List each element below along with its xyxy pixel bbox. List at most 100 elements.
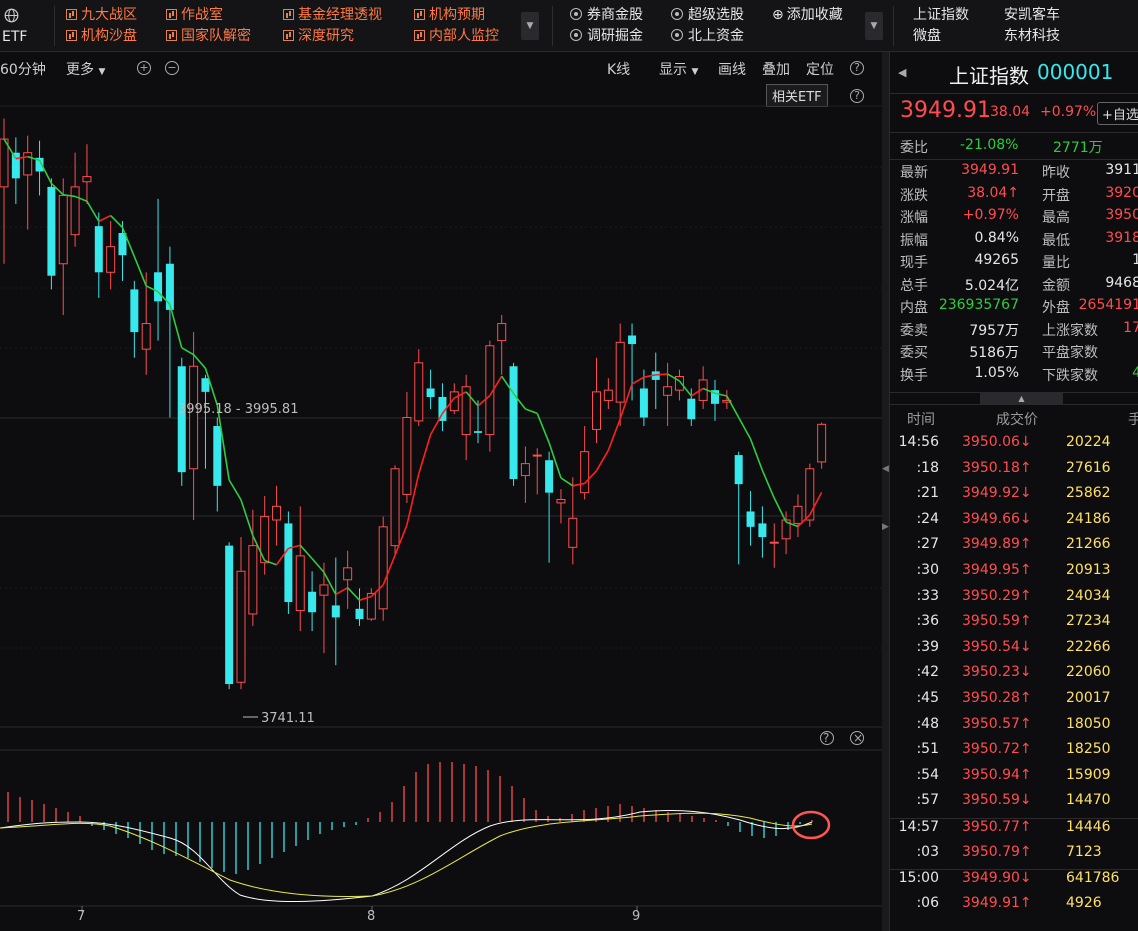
stats-row: 最新 3949.91 昨收 3911: [890, 162, 1138, 184]
more-links-dropdown[interactable]: ▼: [521, 12, 539, 40]
candle-body: [793, 505, 803, 524]
quick-stock-micro[interactable]: 微盘: [913, 27, 941, 45]
kline-menu[interactable]: K线: [607, 59, 630, 79]
tick-price: 3950.23↓: [962, 664, 1032, 681]
help-icon[interactable]: ?: [850, 59, 864, 75]
candle-body: [236, 570, 246, 683]
panel-splitter[interactable]: ◀ ▶: [882, 52, 889, 931]
tick-price: 3949.90↓: [962, 870, 1032, 887]
overlay-button[interactable]: 叠加: [762, 59, 790, 79]
ma-segment: [595, 449, 610, 472]
tick-volume: 21266: [1066, 536, 1111, 553]
x-label-9: 9: [632, 909, 640, 924]
link-deep-research[interactable]: 深度研究: [283, 27, 354, 45]
candle-body: [568, 517, 578, 548]
link-sandbox[interactable]: 机构沙盘: [66, 27, 137, 45]
stat-label: 委买: [900, 345, 928, 361]
collapse-left-icon[interactable]: ◀: [882, 464, 889, 474]
prev-stock-icon[interactable]: ◀: [898, 66, 906, 79]
tick-time: :06: [916, 894, 939, 911]
stat-value: 5.024亿: [964, 277, 1019, 294]
tick-time: :18: [916, 459, 939, 476]
tick-volume: 22060: [1066, 664, 1111, 681]
tick-row: :45 3950.28↑ 20017: [890, 690, 1138, 715]
candle-body: [82, 176, 92, 183]
add-favorite-button[interactable]: ⊕ 添加收藏: [772, 6, 843, 24]
link-broker-picks[interactable]: 券商金股: [570, 6, 643, 24]
stats-row: 换手 1.05% 下跌家数 4: [890, 365, 1138, 387]
expand-handle-icon[interactable]: ▲: [980, 393, 1063, 404]
tick-row: :18 3950.18↑ 27616: [890, 460, 1138, 485]
plus-icon: ⊕: [772, 7, 784, 23]
candle-body: [663, 386, 673, 396]
display-menu[interactable]: 显示 ▼: [659, 59, 698, 79]
link-zuozhanshi[interactable]: 作战室: [166, 6, 223, 24]
candle-body: [639, 388, 648, 418]
stat-value: 38.04↑: [967, 184, 1019, 201]
tick-row: :48 3950.57↑ 18050: [890, 716, 1138, 741]
stat-value: 5186万: [969, 345, 1019, 361]
tick-volume: 27616: [1066, 459, 1111, 476]
link-fund-manager[interactable]: 基金经理透视: [283, 6, 382, 24]
weibi-value: -21.08%: [960, 137, 1019, 153]
radio-icon: [570, 8, 582, 20]
zoom-out-icon[interactable]: −: [165, 59, 179, 75]
favorites-dropdown[interactable]: ▼: [865, 12, 883, 40]
candle-body: [331, 605, 340, 618]
candle-body: [106, 246, 116, 273]
tick-price: 3949.92↓: [962, 485, 1032, 502]
link-super-pick[interactable]: 超级选股: [671, 6, 744, 24]
tick-row: :03 3950.79↑ 7123: [890, 844, 1138, 869]
ma-segment: [525, 408, 538, 415]
tick-time: :48: [916, 715, 939, 732]
quick-stock-ankai[interactable]: 安凯客车: [1004, 6, 1060, 24]
tick-volume: 7123: [1066, 843, 1102, 860]
top-toolbar: ETF 九大战区 作战室 基金经理透视 机构预期 机构沙盘 国家队解密 深度研究…: [0, 0, 1138, 52]
ma-segment: [631, 376, 645, 385]
globe-icon[interactable]: [4, 8, 19, 28]
tick-time: :21: [916, 485, 939, 502]
link-institution-forecast[interactable]: 机构预期: [414, 6, 485, 24]
stat-label: 涨幅: [900, 210, 928, 226]
link-national-team[interactable]: 国家队解密: [166, 27, 251, 45]
ma-segment: [655, 373, 668, 376]
add-watchlist-button[interactable]: +自选: [1097, 102, 1138, 125]
etf-tab[interactable]: ETF: [2, 28, 27, 46]
kline-chart[interactable]: 3995.18 - 3995.81 3741.11 ? × 7 8 9: [0, 81, 882, 931]
link-jiuda[interactable]: 九大战区: [66, 6, 137, 24]
link-insider-monitor[interactable]: 内部人监控: [414, 27, 499, 45]
collapse-right-icon[interactable]: ▶: [882, 522, 889, 532]
tick-row: :42 3950.23↓ 22060: [890, 664, 1138, 689]
link-northbound[interactable]: 北上资金: [671, 27, 744, 45]
link-research-mining[interactable]: 调研掘金: [570, 27, 643, 45]
candle-body: [343, 567, 353, 581]
tick-price: 3950.28↑: [962, 690, 1032, 706]
tick-price: 3950.06↓: [962, 434, 1032, 450]
tick-time: :33: [916, 587, 939, 604]
zoom-in-icon[interactable]: +: [137, 59, 151, 75]
ticks-header: 时间 成交价 手: [907, 412, 1138, 428]
tick-volume: 641786: [1066, 870, 1120, 887]
tick-time: :45: [916, 690, 939, 706]
stat-label: 涨跌: [900, 187, 928, 204]
chart-icon: [66, 30, 77, 41]
quick-stock-dongcai[interactable]: 东材科技: [1004, 27, 1060, 45]
locate-button[interactable]: 定位: [806, 59, 834, 79]
draw-line-button[interactable]: 画线: [718, 59, 746, 79]
ma-segment: [228, 479, 242, 501]
quick-stock-sh[interactable]: 上证指数: [913, 6, 969, 24]
tick-time: :42: [916, 664, 939, 681]
tick-volume: 14446: [1066, 819, 1111, 835]
stat-value: 236935767: [938, 297, 1019, 313]
more-periods[interactable]: 更多 ▼: [66, 59, 105, 79]
price-change-pct: +0.97%: [1040, 104, 1097, 120]
stats-row: 委卖 7957万 上涨家数 17: [890, 320, 1138, 342]
period-selector[interactable]: 60分钟: [0, 59, 46, 79]
candle-body: [70, 186, 80, 236]
stat-label: 开盘: [1042, 187, 1070, 204]
chart-icon: [166, 9, 177, 20]
ma-segment: [737, 417, 752, 440]
ma-segment: [417, 434, 432, 475]
candle-body: [295, 555, 305, 612]
tick-volume: 27234: [1066, 613, 1111, 630]
